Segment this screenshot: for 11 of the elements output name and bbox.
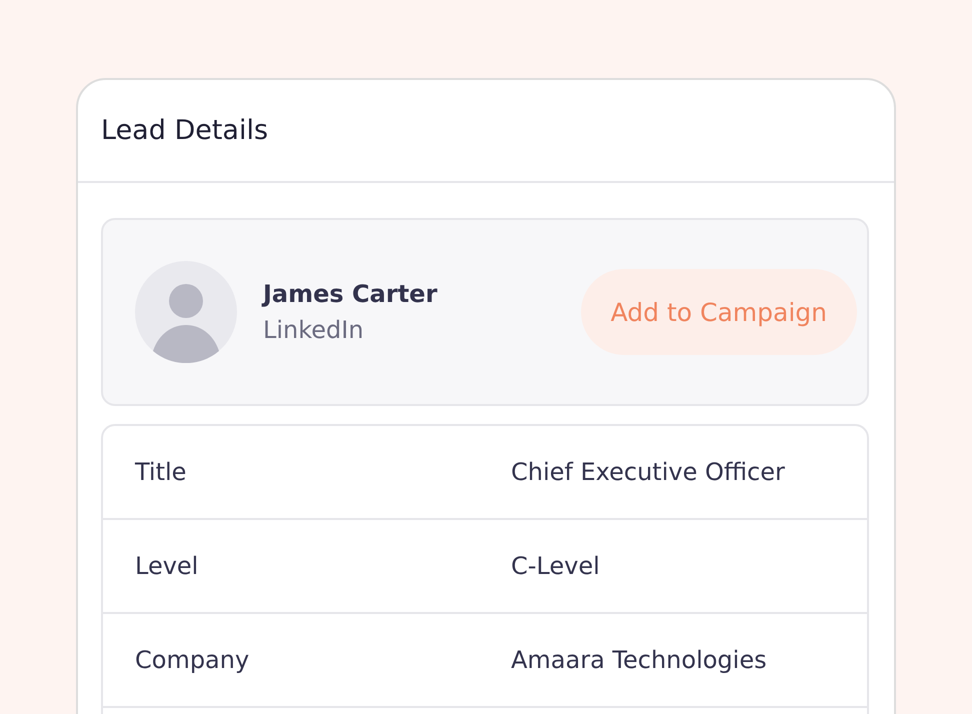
card-title: Lead Details <box>101 115 268 146</box>
detail-label: Title <box>135 458 188 486</box>
lead-name: James Carter <box>263 280 438 308</box>
detail-label: Company <box>135 646 250 674</box>
avatar-icon <box>135 261 237 363</box>
detail-value: Amaara Technologies <box>511 646 768 674</box>
detail-value: Chief Executive Officer <box>511 458 786 486</box>
lead-source: LinkedIn <box>263 316 365 344</box>
detail-value: C-Level <box>511 552 601 580</box>
detail-label: Level <box>135 552 200 580</box>
add-to-campaign-button[interactable]: Add to Campaign <box>580 269 857 355</box>
